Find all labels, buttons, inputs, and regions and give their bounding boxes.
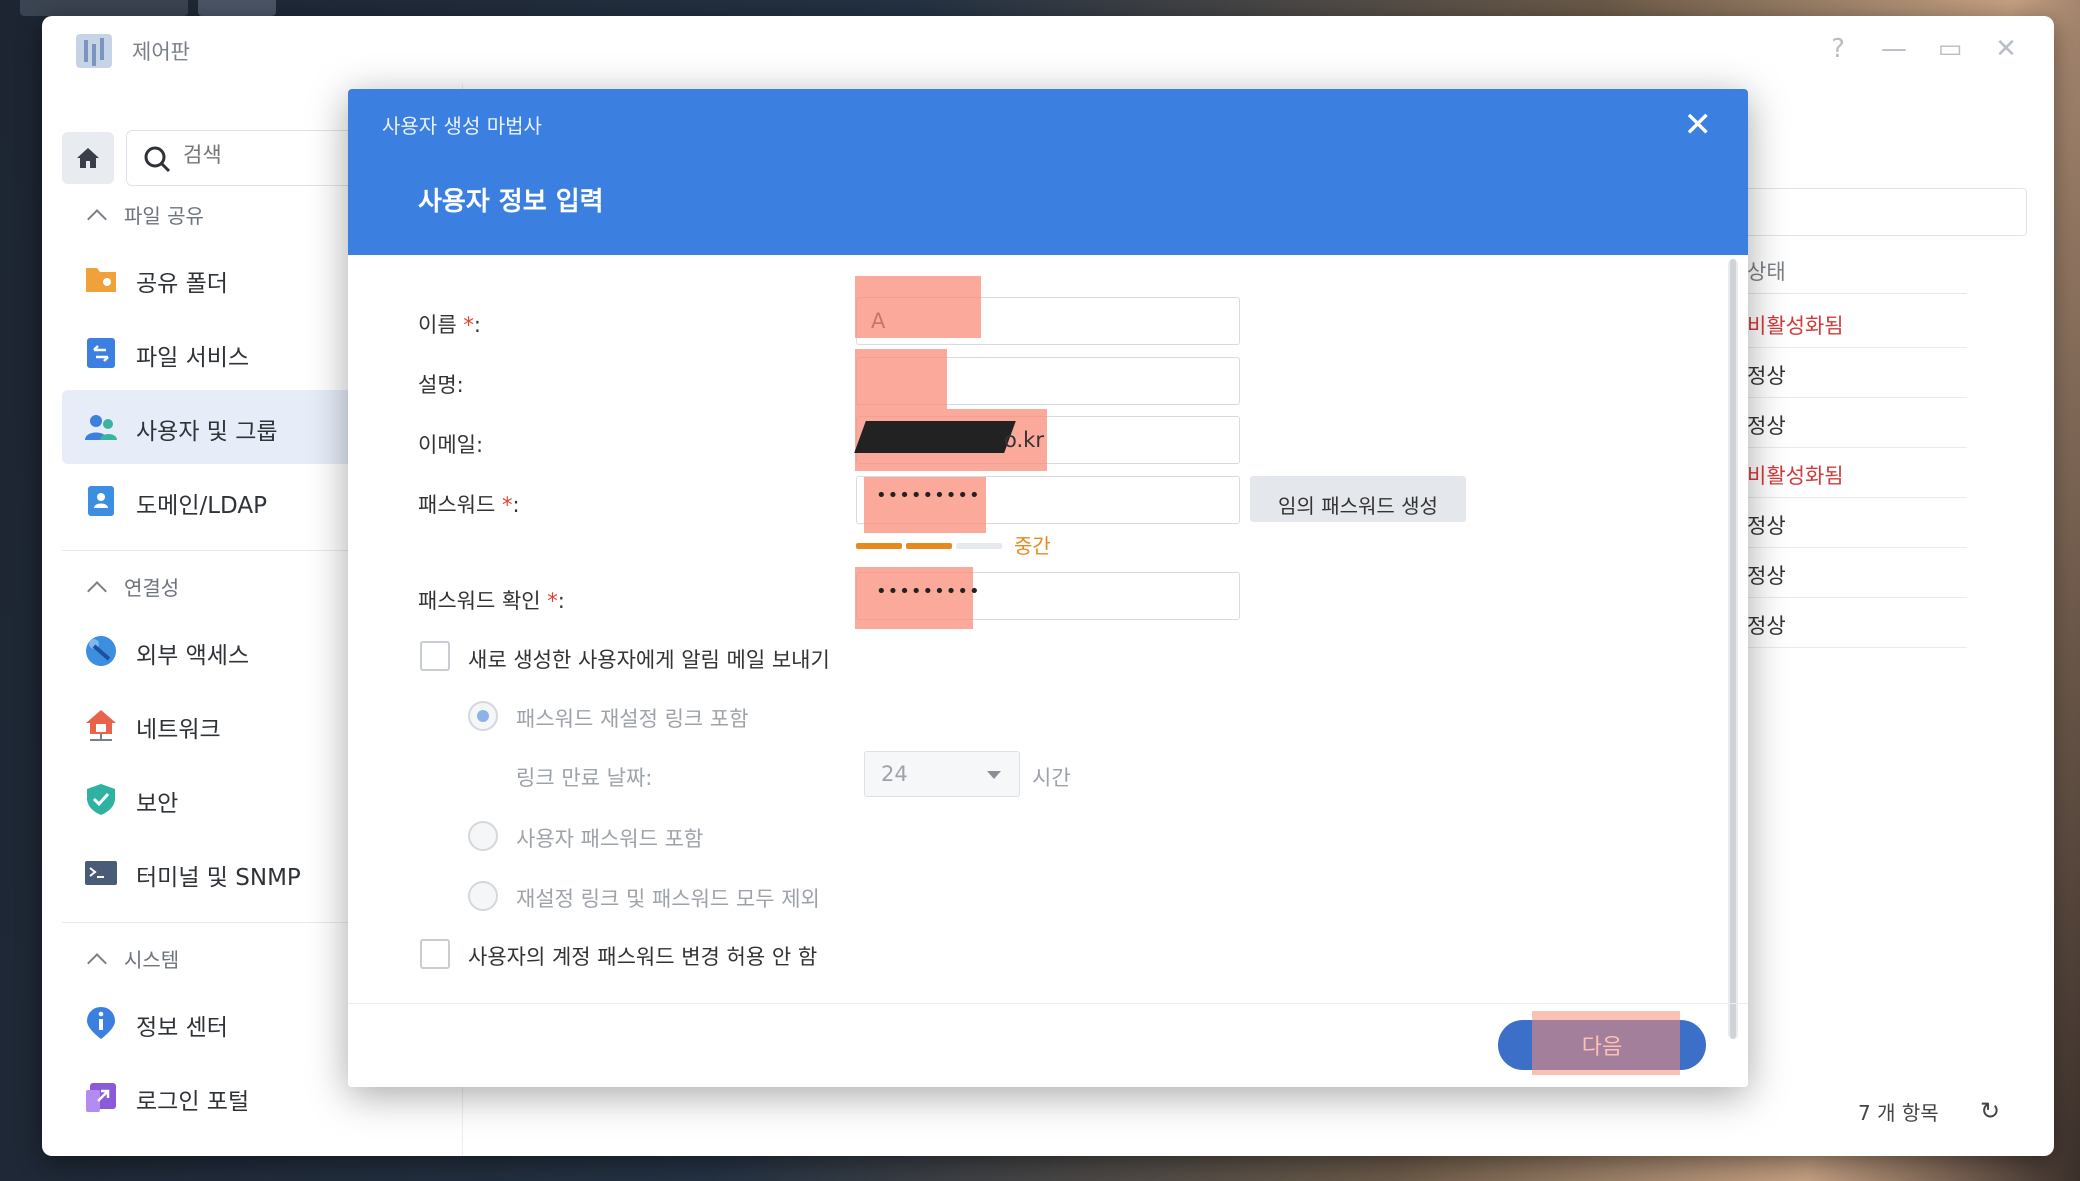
window-title: 제어판 [132, 40, 190, 64]
radio-exclude-both[interactable] [468, 881, 498, 911]
close-window-button[interactable]: ✕ [1988, 34, 2024, 64]
radio-include-user-password-label: 사용자 패스워드 포함 [516, 827, 704, 851]
chevron-up-icon [87, 209, 107, 229]
name-label: 이름 *: [418, 313, 481, 337]
wizard-title: 사용자 생성 마법사 [382, 114, 542, 138]
info-center-icon [87, 1007, 115, 1039]
password-strength-text: 중간 [1014, 534, 1051, 558]
status-column-header[interactable]: 상태 [1735, 242, 1967, 294]
redaction-overlay [855, 349, 947, 409]
sidebar-item-label: 정보 센터 [136, 1015, 228, 1041]
dialog-close-button[interactable]: ✕ [1684, 105, 1713, 145]
sidebar-item-label: 네트워크 [136, 717, 221, 743]
strength-bar-segment-1 [856, 543, 902, 549]
status-cell: 정상 [1735, 398, 1967, 448]
link-expiry-select[interactable]: 24 [864, 751, 1020, 797]
external-access-icon [86, 636, 116, 666]
chevron-up-icon [87, 581, 107, 601]
sidebar-item-label: 터미널 및 SNMP [136, 865, 301, 891]
domain-ldap-icon [88, 486, 114, 516]
terminal-icon [85, 861, 117, 885]
security-shield-icon [87, 784, 115, 815]
redaction-overlay [1532, 1011, 1680, 1075]
disallow-password-change-checkbox[interactable] [420, 939, 450, 969]
sidebar-item-label: 외부 액세스 [136, 643, 250, 669]
sidebar-item-label: 도메인/LDAP [136, 493, 267, 519]
dialog-header: 사용자 생성 마법사 ✕ 사용자 정보 입력 [348, 89, 1748, 255]
black-redaction-mark [854, 421, 1016, 453]
status-cell: 비활성화됨 [1735, 448, 1967, 498]
login-portal-icon [86, 1083, 116, 1112]
status-cell: 비활성화됨 [1735, 298, 1967, 348]
disallow-password-change-label: 사용자의 계정 패스워드 변경 허용 안 함 [468, 945, 818, 969]
refresh-icon[interactable]: ↻ [1980, 1097, 2000, 1125]
status-cell: 정상 [1735, 498, 1967, 548]
network-icon [86, 710, 116, 741]
desktop-taskbar-tab [20, 0, 188, 16]
users-groups-icon [85, 415, 117, 440]
sidebar-item-label: 로그인 포털 [136, 1089, 250, 1115]
sidebar-item-label: 파일 서비스 [136, 345, 250, 371]
strength-bar-segment-2 [906, 543, 952, 549]
radio-include-reset-link[interactable] [468, 701, 498, 731]
dialog-footer-divider [348, 1003, 1748, 1004]
confirm-password-label: 패스워드 확인 *: [418, 589, 565, 613]
notify-email-label: 새로 생성한 사용자에게 알림 메일 보내기 [468, 648, 830, 672]
link-expiry-unit: 시간 [1032, 766, 1071, 790]
description-label: 설명: [418, 373, 464, 397]
chevron-up-icon [87, 953, 107, 973]
section-connectivity[interactable]: 연결성 [87, 572, 179, 601]
radio-exclude-both-label: 재설정 링크 및 패스워드 모두 제외 [516, 887, 820, 911]
email-visible-suffix: o.kr [1004, 428, 1044, 452]
home-button[interactable] [62, 132, 114, 184]
file-services-icon [87, 338, 115, 368]
section-system[interactable]: 시스템 [87, 944, 179, 973]
status-cell: 정상 [1735, 548, 1967, 598]
radio-include-reset-link-label: 패스워드 재설정 링크 포함 [516, 707, 749, 731]
create-user-wizard-dialog: 사용자 생성 마법사 ✕ 사용자 정보 입력 이름 *: 설명: 이메일: o.… [348, 89, 1748, 1087]
item-count: 7 개 항목 [1858, 1101, 1939, 1125]
generate-random-password-button[interactable]: 임의 패스워드 생성 [1250, 476, 1466, 522]
strength-bar-segment-3 [956, 543, 1002, 549]
section-file-sharing[interactable]: 파일 공유 [87, 200, 204, 229]
confirm-masked-value: ••••••••• [876, 581, 981, 602]
radio-include-user-password[interactable] [468, 821, 498, 851]
control-panel-icon [76, 34, 112, 68]
desktop-taskbar-tab [198, 0, 276, 16]
dialog-heading: 사용자 정보 입력 [418, 187, 604, 217]
search-icon [144, 146, 171, 173]
sidebar-item-label: 사용자 및 그룹 [136, 419, 278, 445]
status-cell: 정상 [1735, 598, 1967, 648]
email-label: 이메일: [418, 433, 484, 457]
sidebar-item-label: 공유 폴더 [136, 271, 228, 297]
home-icon [77, 148, 99, 168]
minimize-button[interactable]: — [1876, 34, 1912, 64]
link-expiry-value: 24 [881, 762, 908, 786]
dialog-scrollbar[interactable] [1728, 259, 1738, 1039]
redaction-overlay [855, 276, 981, 338]
shared-folder-icon [86, 268, 116, 292]
status-cell: 정상 [1735, 348, 1967, 398]
password-masked-value: ••••••••• [876, 485, 981, 506]
window-titlebar: 제어판 ? — ▭ ✕ [42, 16, 2054, 84]
help-button[interactable]: ? [1820, 34, 1856, 64]
chevron-down-icon [987, 771, 1001, 779]
password-label: 패스워드 *: [418, 493, 520, 517]
user-search-field[interactable] [1735, 188, 2027, 236]
maximize-button[interactable]: ▭ [1932, 34, 1968, 64]
notify-email-checkbox[interactable] [420, 641, 450, 671]
link-expiry-label: 링크 만료 날짜: [516, 766, 653, 790]
sidebar-item-label: 보안 [136, 791, 179, 817]
